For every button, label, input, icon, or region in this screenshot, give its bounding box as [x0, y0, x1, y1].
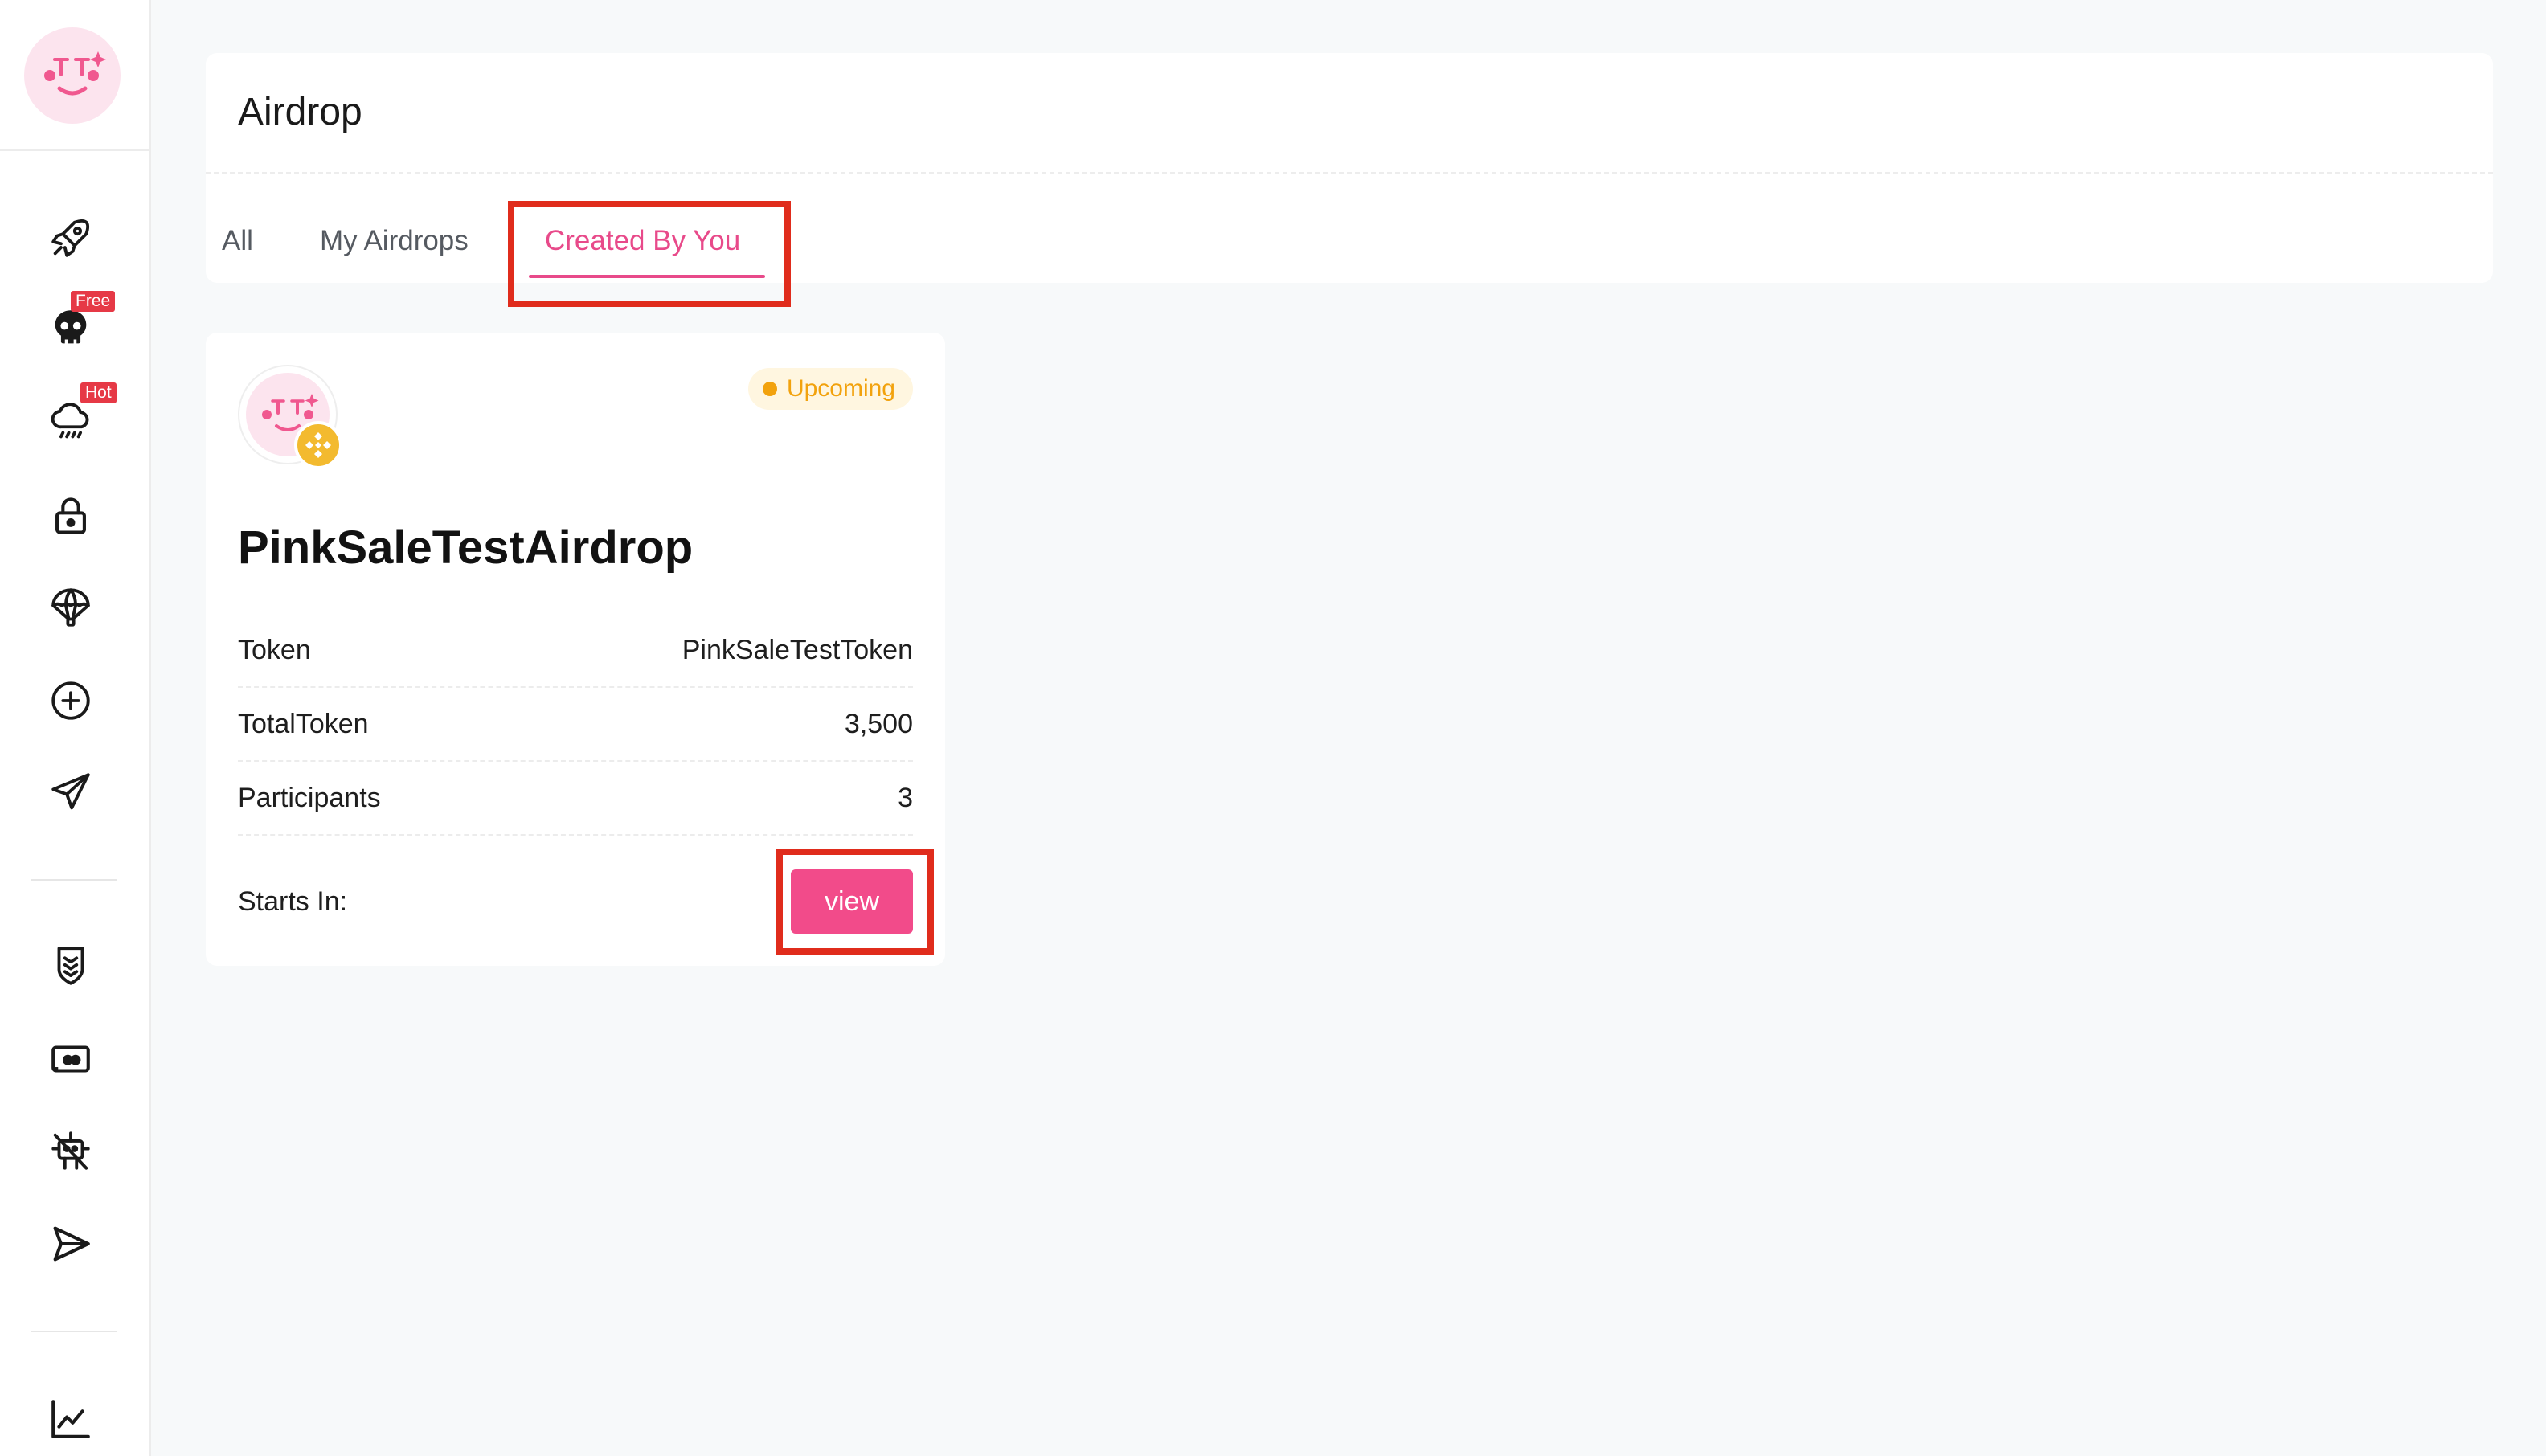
header-divider: [206, 172, 2493, 174]
page-title: Airdrop: [238, 91, 362, 133]
pinksale-logo-icon[interactable]: [24, 27, 121, 124]
row-label: Participants: [238, 782, 381, 813]
info-row-participants: Participants 3: [238, 762, 913, 836]
row-label: Token: [238, 634, 311, 665]
status-badge: Upcoming: [747, 368, 913, 410]
send-icon: [53, 1226, 90, 1262]
sidebar-item-telegram[interactable]: [47, 768, 95, 816]
sidebar-item-airdrop[interactable]: [47, 583, 95, 632]
sidebar-item-create[interactable]: [47, 677, 95, 725]
row-label: TotalToken: [238, 708, 369, 739]
sidebar: Free Hot: [0, 0, 151, 1456]
view-button-highlight-box: [776, 849, 934, 955]
sidebar-item-antibot[interactable]: [47, 1127, 95, 1175]
sidebar-divider: [31, 1331, 117, 1332]
plus-circle-icon: [51, 681, 90, 720]
sidebar-item-chart[interactable]: [47, 1395, 95, 1443]
row-value: PinkSaleTestToken: [682, 634, 913, 665]
rocket-icon: [51, 219, 90, 257]
paper-plane-icon: [51, 773, 90, 810]
sidebar-item-hot[interactable]: [47, 397, 95, 445]
rain-cloud-icon: [51, 403, 89, 439]
tab-highlight-box: [508, 201, 791, 307]
sidebar-item-ticket[interactable]: [47, 1035, 95, 1083]
free-badge: Free: [71, 291, 116, 312]
sidebar-divider: [31, 879, 117, 881]
row-value: 3,500: [844, 708, 913, 739]
parachute-icon: [51, 588, 90, 627]
lock-icon: [55, 497, 86, 534]
logo-area: [0, 0, 149, 151]
sidebar-item-multisender[interactable]: [47, 1220, 95, 1268]
airdrop-name: PinkSaleTestAirdrop: [238, 521, 694, 574]
ticket-icon: [51, 1045, 90, 1073]
tab-my-airdrops[interactable]: My Airdrops: [320, 225, 469, 257]
status-label: Upcoming: [786, 375, 895, 402]
sidebar-item-launchpad[interactable]: [47, 214, 95, 262]
status-dot: [762, 382, 777, 396]
tab-all[interactable]: All: [222, 225, 253, 257]
info-row-token: Token PinkSaleTestToken: [238, 614, 913, 688]
bot-off-icon: [51, 1131, 90, 1170]
row-value: 3: [898, 782, 913, 813]
chart-line-icon: [51, 1400, 90, 1438]
hot-badge: Hot: [80, 382, 117, 403]
bnb-chain-icon: [294, 421, 342, 469]
starts-in-label: Starts In:: [238, 885, 348, 917]
sidebar-item-shield[interactable]: [47, 942, 95, 990]
shield-icon: [57, 947, 84, 985]
info-row-starts-in: Starts In:: [238, 865, 720, 939]
info-row-total-token: TotalToken 3,500: [238, 688, 913, 762]
sidebar-item-lock[interactable]: [47, 492, 95, 540]
